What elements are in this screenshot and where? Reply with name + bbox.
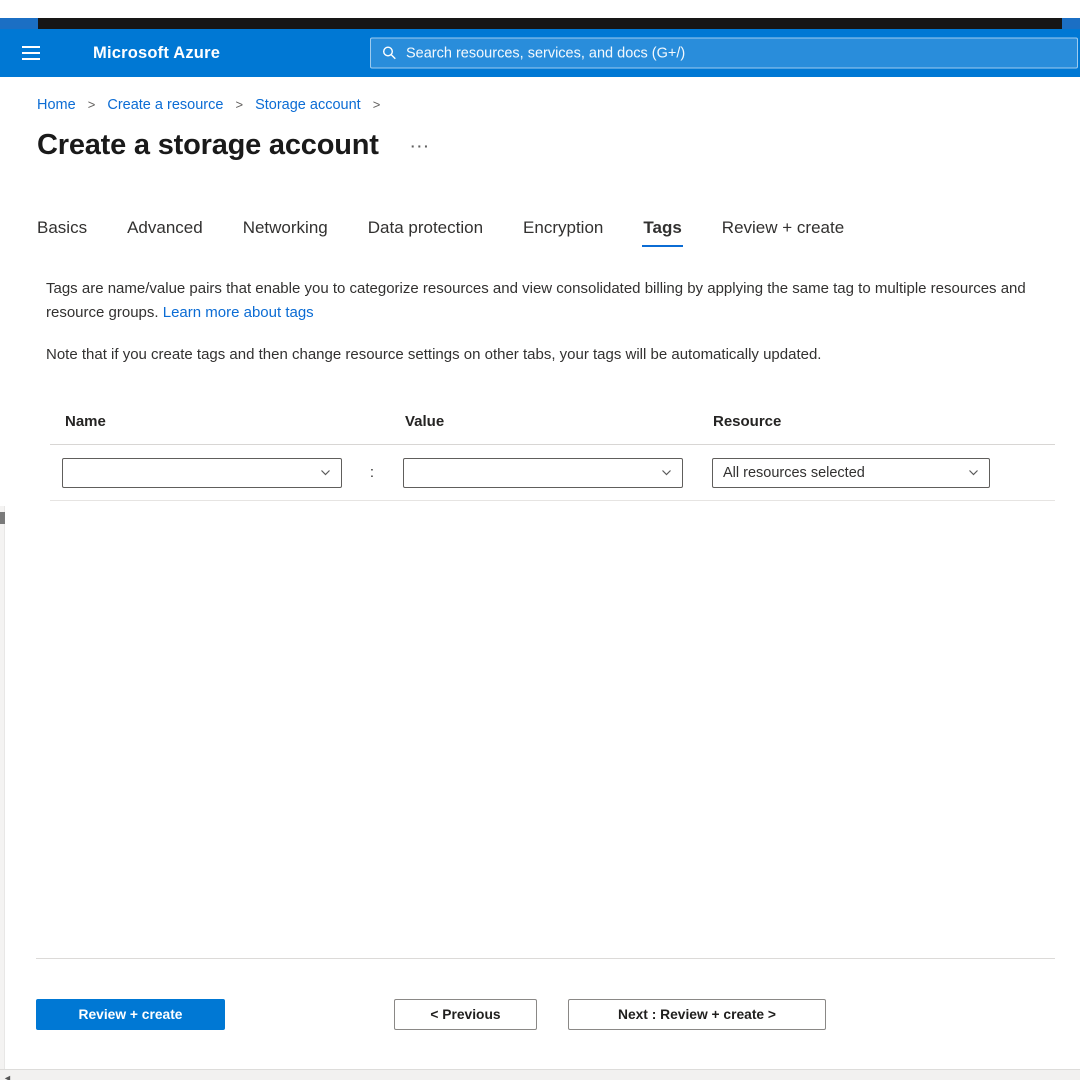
chevron-down-icon <box>660 466 673 479</box>
next-button[interactable]: Next : Review + create > <box>568 999 826 1030</box>
left-scrollbar-thumb[interactable] <box>0 512 5 524</box>
browser-chrome-bar <box>0 18 1080 29</box>
tab-tags[interactable]: Tags <box>642 218 684 247</box>
tags-description: Tags are name/value pairs that enable yo… <box>46 277 1040 326</box>
chrome-right-accent <box>1062 18 1080 29</box>
hamburger-menu-icon[interactable] <box>22 42 40 64</box>
review-create-button[interactable]: Review + create <box>36 999 225 1030</box>
breadcrumb-separator-icon: > <box>235 97 244 112</box>
breadcrumb: Home > Create a resource > Storage accou… <box>37 97 1080 113</box>
breadcrumb-separator-icon: > <box>87 97 96 112</box>
search-icon <box>382 46 397 61</box>
tag-row: : All resources selected <box>50 443 1055 501</box>
tag-resource-dropdown[interactable]: All resources selected <box>712 457 990 488</box>
chrome-left-accent <box>0 18 38 29</box>
column-resource: Resource <box>713 412 782 430</box>
tag-value-dropdown[interactable] <box>403 457 683 488</box>
learn-more-link[interactable]: Learn more about tags <box>163 304 314 321</box>
tags-note: Note that if you create tags and then ch… <box>46 345 822 363</box>
overflow-menu-icon[interactable]: ··· <box>411 138 431 154</box>
tab-encryption[interactable]: Encryption <box>523 218 603 247</box>
tags-table: Name Value Resource : All resources sele… <box>50 413 1055 501</box>
global-search[interactable] <box>370 37 1078 69</box>
chevron-down-icon <box>967 466 980 479</box>
tab-review-create[interactable]: Review + create <box>722 218 844 247</box>
breadcrumb-storage-account[interactable]: Storage account <box>255 97 361 113</box>
tag-name-dropdown[interactable] <box>62 457 342 488</box>
chrome-middle <box>38 18 1062 29</box>
tab-bar: Basics Advanced Networking Data protecti… <box>37 218 1080 247</box>
footer-divider <box>36 958 1055 959</box>
name-value-separator: : <box>369 464 375 482</box>
left-scrollbar[interactable] <box>0 506 5 1069</box>
tab-data-protection[interactable]: Data protection <box>368 218 483 247</box>
tab-basics[interactable]: Basics <box>37 218 87 247</box>
tag-resource-value: All resources selected <box>723 464 865 481</box>
breadcrumb-separator-icon: > <box>372 97 381 112</box>
horizontal-scrollbar[interactable]: ◄ <box>0 1069 1080 1080</box>
column-name: Name <box>65 412 106 430</box>
search-input[interactable] <box>406 45 1077 61</box>
page-title: Create a storage account <box>37 129 379 161</box>
tab-advanced[interactable]: Advanced <box>127 218 203 247</box>
azure-brand[interactable]: Microsoft Azure <box>93 44 220 63</box>
tab-networking[interactable]: Networking <box>243 218 328 247</box>
breadcrumb-create-a-resource[interactable]: Create a resource <box>107 97 223 113</box>
azure-top-bar: Microsoft Azure <box>0 29 1080 77</box>
chevron-down-icon <box>319 466 332 479</box>
title-row: Create a storage account ··· <box>37 129 1080 162</box>
table-header: Name Value Resource <box>50 413 1055 444</box>
previous-button[interactable]: < Previous <box>394 999 537 1030</box>
column-value: Value <box>405 412 445 430</box>
scroll-left-icon[interactable]: ◄ <box>3 1073 12 1080</box>
breadcrumb-home[interactable]: Home <box>37 97 76 113</box>
